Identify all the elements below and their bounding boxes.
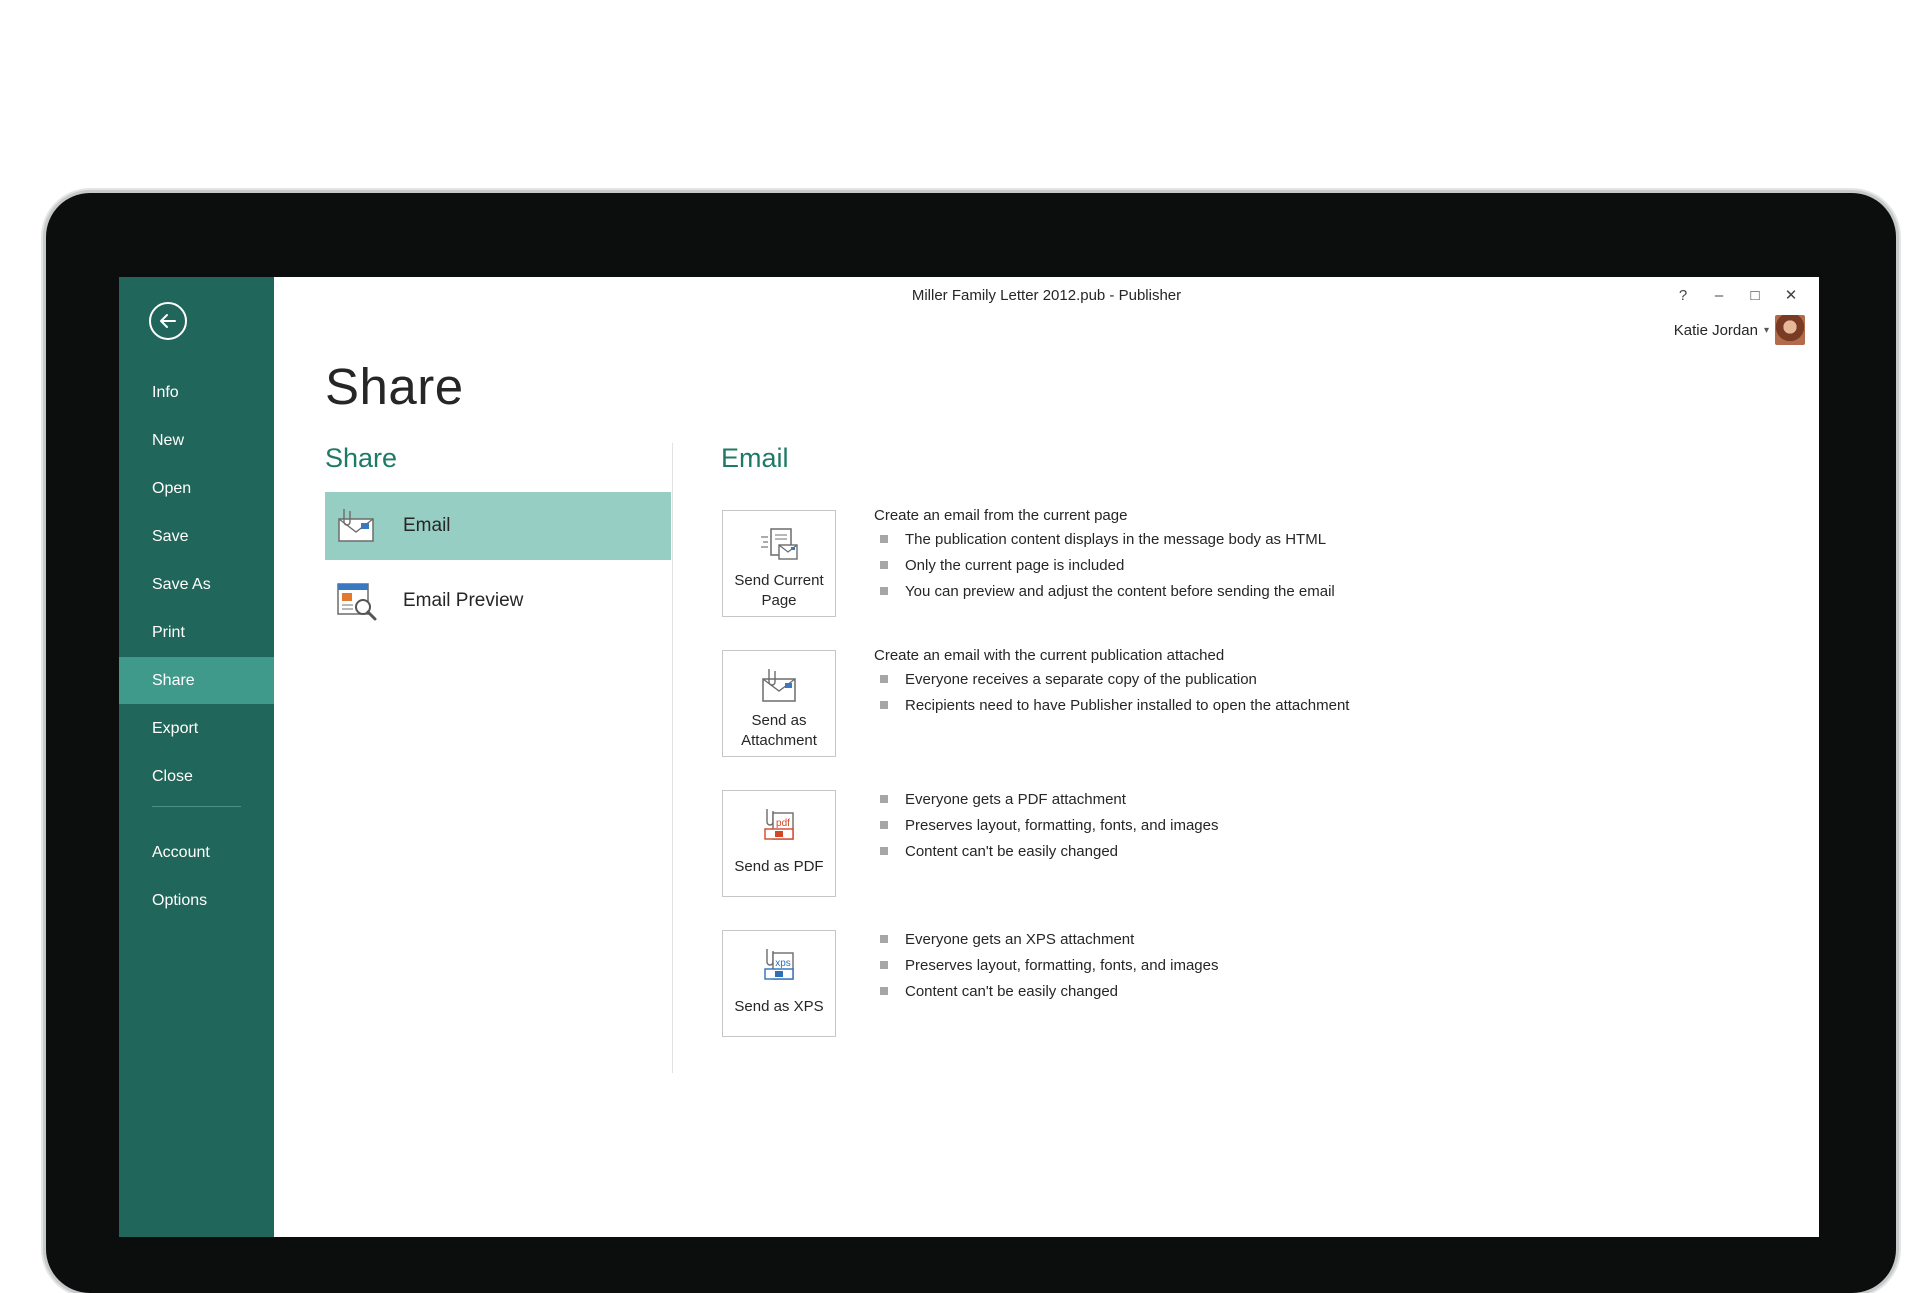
send-as-pdf-button[interactable]: pdf Send as PDF xyxy=(722,790,836,897)
option-intro: Create an email from the current page xyxy=(874,507,1128,524)
sidebar-item-new[interactable]: New xyxy=(119,417,274,464)
option-bullet: The publication content displays in the … xyxy=(874,529,1335,555)
help-button[interactable]: ? xyxy=(1665,284,1701,306)
minimize-button[interactable]: – xyxy=(1701,284,1737,306)
page-title: Share xyxy=(325,358,464,415)
sidebar-divider xyxy=(152,806,241,807)
option-bullet: Preserves layout, formatting, fonts, and… xyxy=(874,955,1218,981)
share-option-label: Email Preview xyxy=(403,590,524,611)
email-icon xyxy=(338,509,374,542)
sidebar-item-print[interactable]: Print xyxy=(119,609,274,656)
device-button-left xyxy=(205,188,273,191)
sidebar-item-close[interactable]: Close xyxy=(119,753,274,800)
sidebar-item-share[interactable]: Share xyxy=(119,657,274,704)
send-current-page-button[interactable]: Send Current Page xyxy=(722,510,836,617)
option-bullet: Recipients need to have Publisher instal… xyxy=(874,695,1349,721)
send-current-page-description: Create an email from the current page Th… xyxy=(874,507,1335,607)
sidebar-item-info[interactable]: Info xyxy=(119,369,274,416)
email-preview-icon xyxy=(337,583,377,621)
sidebar-item-open[interactable]: Open xyxy=(119,465,274,512)
user-name: Katie Jordan xyxy=(1673,321,1758,339)
option-bullet: Everyone gets an XPS attachment xyxy=(874,929,1218,955)
send-as-pdf-description: Everyone gets a PDF attachment Preserves… xyxy=(874,789,1218,867)
backstage-main: Miller Family Letter 2012.pub - Publishe… xyxy=(274,277,1819,1237)
close-window-button[interactable]: ✕ xyxy=(1773,284,1809,306)
share-option-email-preview[interactable]: Email Preview xyxy=(325,567,671,635)
send-as-attachment-button[interactable]: Send as Attachment xyxy=(722,650,836,757)
publisher-window: Info New Open Save Save As Print Share E… xyxy=(119,277,1819,1237)
window-controls: ? – □ ✕ xyxy=(1665,284,1809,306)
send-current-page-icon xyxy=(761,528,798,560)
sidebar-item-export[interactable]: Export xyxy=(119,705,274,752)
share-option-email[interactable]: Email xyxy=(325,492,671,560)
share-option-label: Email xyxy=(403,515,451,536)
maximize-button[interactable]: □ xyxy=(1737,284,1773,306)
option-bullet: Only the current page is included xyxy=(874,555,1335,581)
share-section-heading: Share xyxy=(325,443,398,473)
back-arrow-icon xyxy=(160,314,176,328)
option-bullet: You can preview and adjust the content b… xyxy=(874,581,1335,607)
device-button-right xyxy=(351,188,491,191)
send-as-xps-button[interactable]: xps Send as XPS xyxy=(722,930,836,1037)
send-as-pdf-icon: pdf xyxy=(764,809,794,840)
option-bullet: Content can't be easily changed xyxy=(874,841,1218,867)
send-as-attachment-icon xyxy=(762,669,796,702)
pane-divider xyxy=(672,443,673,1073)
send-current-page-label: Send Current Page xyxy=(734,572,824,609)
option-bullet: Everyone gets a PDF attachment xyxy=(874,789,1218,815)
option-bullet: Preserves layout, formatting, fonts, and… xyxy=(874,815,1218,841)
sidebar-item-options[interactable]: Options xyxy=(119,877,274,924)
sidebar-item-account[interactable]: Account xyxy=(119,829,274,876)
user-account-menu[interactable]: Katie Jordan ▾ xyxy=(1674,315,1805,345)
sidebar-item-save[interactable]: Save xyxy=(119,513,274,560)
send-as-xps-icon: xps xyxy=(764,949,794,980)
back-button[interactable] xyxy=(149,302,187,340)
send-as-pdf-label: Send as PDF xyxy=(734,858,824,875)
option-intro: Create an email with the current publica… xyxy=(874,647,1225,664)
svg-text:pdf: pdf xyxy=(776,818,790,829)
avatar xyxy=(1775,315,1805,345)
backstage-sidebar: Info New Open Save Save As Print Share E… xyxy=(119,277,274,1237)
send-as-xps-label: Send as XPS xyxy=(734,998,824,1015)
send-as-attachment-label: Send as Attachment xyxy=(741,712,817,749)
sidebar-item-save-as[interactable]: Save As xyxy=(119,561,274,608)
option-bullet: Everyone receives a separate copy of the… xyxy=(874,669,1349,695)
chevron-down-icon: ▾ xyxy=(1763,324,1769,336)
send-as-xps-description: Everyone gets an XPS attachment Preserve… xyxy=(874,929,1218,1007)
window-title: Miller Family Letter 2012.pub - Publishe… xyxy=(911,287,1182,304)
option-bullet: Content can't be easily changed xyxy=(874,981,1218,1007)
send-as-attachment-description: Create an email with the current publica… xyxy=(874,647,1349,721)
email-section-heading: Email xyxy=(721,443,789,473)
svg-text:xps: xps xyxy=(775,958,791,969)
